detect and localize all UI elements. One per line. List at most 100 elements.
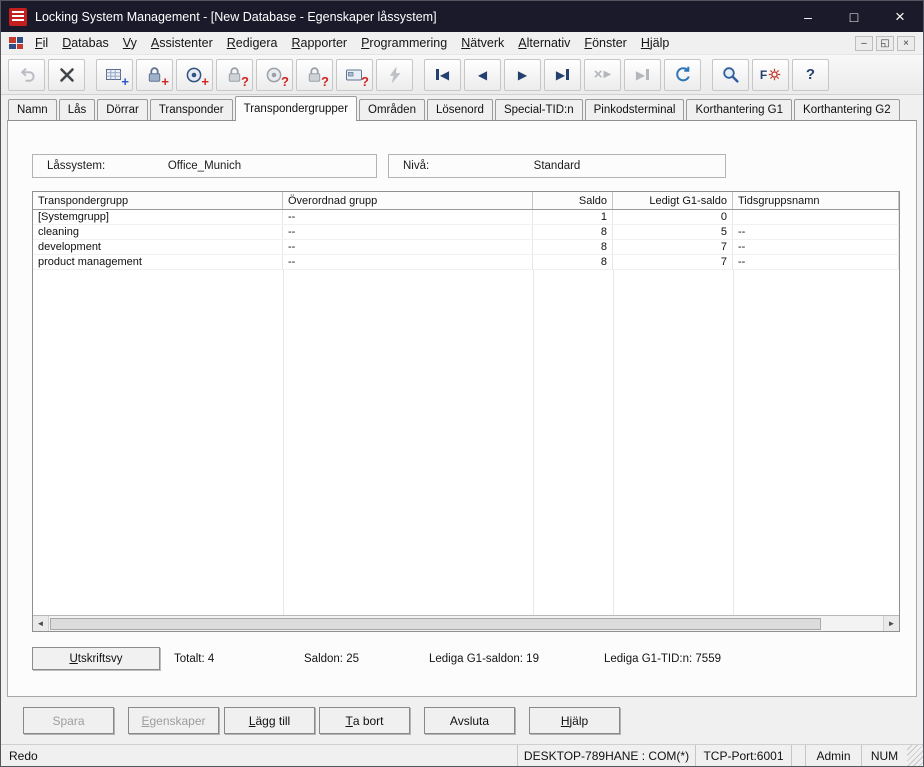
exit-button[interactable]: Avsluta [424, 707, 515, 734]
table-header: Transpondergrupp Överordnad grupp Saldo … [33, 192, 899, 210]
toolbar-search-button[interactable] [712, 59, 749, 91]
cell-g1-saldo: 7 [613, 255, 733, 269]
table-row[interactable]: development -- 8 7 -- [33, 240, 899, 255]
mdi-minimize-button[interactable]: – [855, 36, 873, 51]
help-icon: ? [806, 67, 815, 82]
maximize-button[interactable]: □ [831, 1, 877, 32]
status-num-lock: NUM [861, 745, 907, 766]
cell-group: [Systemgrupp] [33, 210, 283, 224]
window-controls: – □ × [785, 1, 923, 32]
tab-korthantering-g1[interactable]: Korthantering G1 [686, 99, 792, 120]
column-header-saldo[interactable]: Saldo [533, 192, 613, 209]
scroll-left-arrow-icon[interactable]: ◄ [33, 616, 49, 631]
add-button[interactable]: Lägg till [224, 707, 315, 734]
status-tcp-port: TCP-Port:6001 [695, 745, 791, 766]
cell-parent-group: -- [283, 240, 533, 254]
close-button[interactable]: × [877, 1, 923, 32]
scroll-right-arrow-icon[interactable]: ► [883, 616, 899, 631]
toolbar-next-record-button[interactable]: ▶ [504, 59, 541, 91]
cell-g1-saldo: 5 [613, 225, 733, 239]
mdi-restore-button[interactable]: ◱ [876, 36, 894, 51]
toolbar-continue-search-button: ▶ [624, 59, 661, 91]
refresh-icon [673, 65, 693, 85]
toolbar-disconnect-button[interactable] [48, 59, 85, 91]
tab-korthantering-g2[interactable]: Korthantering G2 [794, 99, 900, 120]
toolbar-help-button[interactable]: ? [792, 59, 829, 91]
menu-vy[interactable]: Vy [116, 33, 144, 53]
toolbar-refresh-button[interactable] [664, 59, 701, 91]
toolbar-previous-record-button[interactable]: ◀ [464, 59, 501, 91]
titlebar: Locking System Management - [New Databas… [1, 1, 923, 32]
table-row[interactable]: product management -- 8 7 -- [33, 255, 899, 270]
tab-losenord[interactable]: Lösenord [427, 99, 493, 120]
column-header-transpondergrupp[interactable]: Transpondergrupp [33, 192, 283, 209]
scrollbar-thumb[interactable] [50, 618, 821, 630]
cell-tidsgrupp [733, 210, 899, 224]
continue-search-icon: ▶ [636, 69, 649, 81]
content-panel: Låssystem: Office_Munich Nivå: Standard … [7, 120, 917, 697]
cell-parent-group: -- [283, 225, 533, 239]
tab-las[interactable]: Lås [59, 99, 96, 120]
tab-namn[interactable]: Namn [8, 99, 57, 120]
gear-icon [768, 68, 781, 81]
horizontal-scrollbar[interactable]: ◄ ► [33, 615, 899, 631]
toolbar-read-lock-button: ? [216, 59, 253, 91]
menu-natverk[interactable]: Nätverk [454, 33, 511, 53]
mdi-close-button[interactable]: × [897, 36, 915, 51]
program-icon [385, 65, 405, 85]
menu-fil[interactable]: Fil [28, 33, 55, 53]
toolbar-filter-settings-button[interactable]: F [752, 59, 789, 91]
menu-databas[interactable]: Databas [55, 33, 116, 53]
tab-omraden[interactable]: Områden [359, 99, 425, 120]
tab-transponder[interactable]: Transponder [150, 99, 233, 120]
mdi-document-icon[interactable] [9, 37, 23, 49]
menu-redigera[interactable]: Redigera [220, 33, 285, 53]
tab-special-tid[interactable]: Special-TID:n [495, 99, 583, 120]
statusbar: Redo DESKTOP-789HANE : COM(*) TCP-Port:6… [1, 744, 923, 766]
tab-transpondergrupper[interactable]: Transpondergrupper [235, 96, 357, 121]
summary-total: Totalt: 4 [174, 653, 214, 665]
toolbar-new-matrix-button[interactable]: + [96, 59, 133, 91]
next-record-icon: ▶ [518, 69, 527, 81]
minimize-button[interactable]: – [785, 1, 831, 32]
toolbar: + + + ? ? ? ? [1, 54, 923, 95]
menu-assistenter[interactable]: Assistenter [144, 33, 220, 53]
toolbar-new-lock-button[interactable]: + [136, 59, 173, 91]
toolbar-read-card-button[interactable]: ? [336, 59, 373, 91]
table-row[interactable]: [Systemgrupp] -- 1 0 [33, 210, 899, 225]
toolbar-new-transponder-button[interactable]: + [176, 59, 213, 91]
column-header-ledigt-g1-saldo[interactable]: Ledigt G1-saldo [613, 192, 733, 209]
column-header-tidsgruppsnamn[interactable]: Tidsgruppsnamn [733, 192, 899, 209]
menu-programmering[interactable]: Programmering [354, 33, 454, 53]
resize-grip[interactable] [907, 745, 923, 766]
toolbar-last-record-button[interactable]: ▶ [544, 59, 581, 91]
toolbar-first-record-button[interactable]: ◀ [424, 59, 461, 91]
cell-saldo: 8 [533, 225, 613, 239]
locking-system-field: Låssystem: Office_Munich [32, 154, 377, 178]
help-button[interactable]: Hjälp [529, 707, 620, 734]
cell-g1-saldo: 0 [613, 210, 733, 224]
app-window: Locking System Management - [New Databas… [0, 0, 924, 767]
window-title: Locking System Management - [New Databas… [35, 10, 437, 24]
tab-pinkodsterminal[interactable]: Pinkodsterminal [585, 99, 685, 120]
level-label: Nivå: [389, 160, 429, 172]
cell-tidsgrupp: -- [733, 240, 899, 254]
menu-hjalp[interactable]: Hjälp [634, 33, 677, 53]
column-header-overordnad-grupp[interactable]: Överordnad grupp [283, 192, 533, 209]
tab-dorrar[interactable]: Dörrar [97, 99, 148, 120]
menu-alternativ[interactable]: Alternativ [511, 33, 577, 53]
locking-system-label: Låssystem: [33, 160, 105, 172]
menu-fonster[interactable]: Fönster [577, 33, 633, 53]
tabbar: Namn Lås Dörrar Transponder Transponderg… [1, 95, 923, 120]
toolbar-cancel-search-button: ×▶ [584, 59, 621, 91]
menubar: Fil Databas Vy Assistenter Redigera Rapp… [1, 32, 923, 54]
cell-parent-group: -- [283, 255, 533, 269]
remove-button[interactable]: Ta bort [319, 707, 410, 734]
menu-rapporter[interactable]: Rapporter [284, 33, 354, 53]
table-row[interactable]: cleaning -- 8 5 -- [33, 225, 899, 240]
cell-parent-group: -- [283, 210, 533, 224]
cell-tidsgrupp: -- [733, 225, 899, 239]
disconnect-icon [57, 65, 77, 85]
print-view-button[interactable]: Utskriftsvy [32, 647, 160, 670]
search-icon [721, 65, 741, 85]
